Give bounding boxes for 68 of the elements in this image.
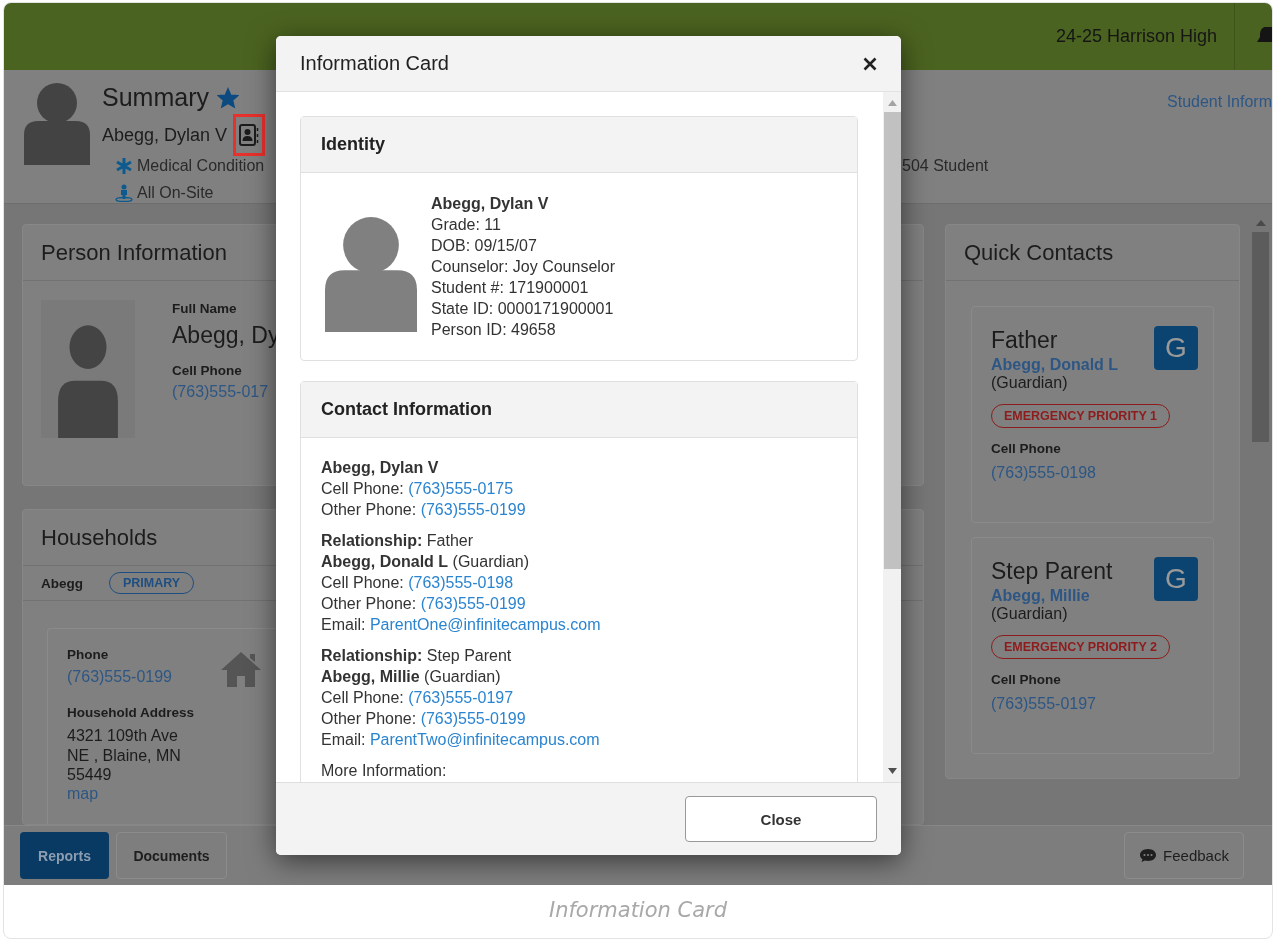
avatar-icon	[325, 217, 417, 332]
section-title: Identity	[301, 117, 857, 173]
phone-link[interactable]: (763)555-0198	[408, 574, 514, 591]
section-title: Contact Information	[301, 382, 857, 438]
contact-detail: Cell Phone: (763)555-0175	[321, 479, 515, 499]
contact-detail: Other Phone: (763)555-0199	[321, 594, 527, 614]
contact-detail: Email: ParentTwo@infinitecampus.com	[321, 730, 601, 750]
identity-detail: DOB: 09/15/07	[431, 236, 538, 256]
identity-detail: Student #: 171900001	[431, 278, 590, 298]
identity-detail: Counselor: Joy Counselor	[431, 257, 616, 277]
contact-detail: Relationship: Step Parent	[321, 646, 513, 666]
contact-detail: Cell Phone: (763)555-0198	[321, 573, 515, 593]
contact-detail: Other Phone: (763)555-0199	[321, 709, 527, 729]
flag-label[interactable]: 504 Student	[902, 157, 989, 176]
contact-detail: Email: ParentOne@infinitecampus.com	[321, 615, 602, 635]
barbutton[interactable]: Documents	[116, 832, 227, 879]
close-icon[interactable]	[863, 56, 877, 71]
field-label: Full Name	[172, 301, 237, 316]
person-location-icon	[115, 183, 133, 202]
scrollbar[interactable]	[883, 92, 901, 782]
guardian-badge: G	[1154, 326, 1198, 370]
asterisk-icon	[115, 157, 133, 176]
email-link[interactable]: ParentOne@infinitecampus.com	[369, 616, 601, 633]
barbutton[interactable]: Reports	[20, 832, 109, 879]
scroll-up-arrow-icon[interactable]	[887, 100, 897, 106]
location-label: All On-Site	[137, 183, 214, 202]
phone-link[interactable]: (763)555-0175	[408, 480, 514, 497]
scroll-down-arrow-icon[interactable]	[887, 768, 897, 774]
contact-detail: Cell Phone: (763)555-0197	[321, 688, 515, 708]
identity-detail: State ID: 0000171900001	[431, 299, 615, 319]
household-name: Abegg	[41, 575, 83, 591]
more-information-label: More Information:	[321, 761, 448, 781]
phone-link[interactable]: (763)555-0199	[420, 595, 526, 612]
avatar-icon	[24, 83, 90, 165]
student-name: Abegg, Dylan V	[431, 194, 550, 214]
contact-card-icon[interactable]	[233, 114, 266, 156]
role-label: (Guardian)	[991, 374, 1068, 392]
contact-detail: Abegg, Millie (Guardian)	[321, 667, 502, 687]
page-title: Summary	[102, 83, 209, 112]
flag-label[interactable]: Medical Condition	[137, 157, 265, 176]
feedback-button[interactable]: Feedback	[1124, 832, 1244, 879]
field-label: Cell Phone	[172, 363, 242, 378]
student-name: Abegg, Dylan V	[102, 124, 228, 146]
school-name[interactable]: 24-25 Harrison High	[1055, 26, 1217, 47]
contact-detail: Relationship: Father	[321, 531, 475, 551]
caption: Information Card	[548, 897, 728, 922]
field-label: Household Address	[67, 705, 195, 720]
star-icon[interactable]	[216, 86, 239, 109]
panel-title: Quick Contacts	[946, 225, 1239, 281]
dialog-title: Information Card	[300, 52, 449, 75]
field-label: Cell Phone	[991, 672, 1061, 687]
phone-link[interactable]: (763)555-0197	[408, 689, 514, 706]
close-button[interactable]: Close	[685, 796, 877, 842]
phone-link[interactable]: (763)555-0199	[420, 710, 526, 727]
role-label: (Guardian)	[991, 605, 1068, 623]
address-text: 4321 109th Ave NE , Blaine, MN 55449	[67, 726, 182, 785]
field-label: Cell Phone	[991, 441, 1061, 456]
contact-name: Abegg, Dylan V	[321, 458, 440, 478]
avatar-icon	[41, 300, 135, 438]
field-label: Phone	[67, 647, 109, 662]
guardian-badge: G	[1154, 557, 1198, 601]
relationship-label: Father	[991, 327, 1058, 354]
house-icon	[220, 650, 262, 688]
identity-detail: Person ID: 49658	[431, 320, 557, 340]
relationship-label: Step Parent	[991, 558, 1113, 585]
scroll-up-arrow-icon[interactable]	[1255, 220, 1266, 226]
speech-bubble-icon	[1139, 848, 1158, 863]
email-link[interactable]: ParentTwo@infinitecampus.com	[369, 731, 600, 748]
